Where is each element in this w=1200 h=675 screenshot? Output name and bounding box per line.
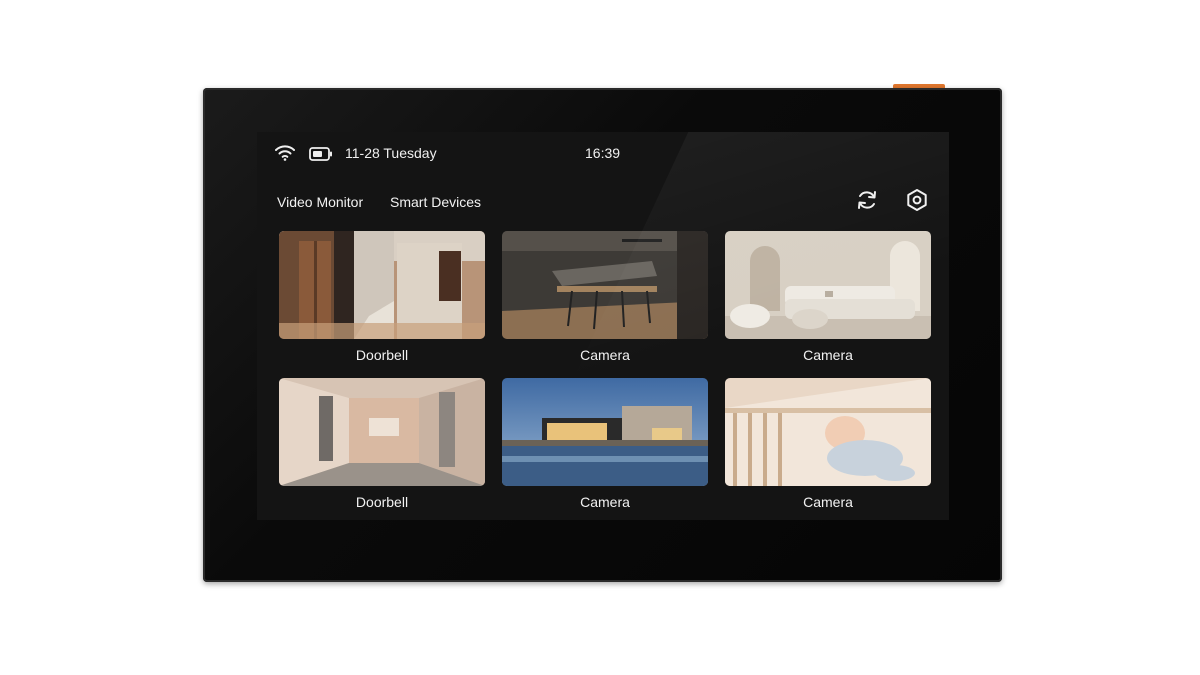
wifi-icon [275, 144, 295, 165]
settings-button[interactable] [905, 188, 929, 212]
device-tile[interactable]: Camera [502, 378, 708, 510]
device-tile[interactable]: Camera [725, 378, 931, 510]
status-time: 16:39 [585, 145, 621, 161]
device-tile[interactable]: Camera [502, 231, 708, 363]
device-label: Camera [580, 347, 630, 363]
device-tile[interactable]: Doorbell [279, 378, 485, 510]
intercom-panel: 11-28 Tuesday 16:39 Video Monitor Smart … [203, 88, 1002, 582]
status-bar: 11-28 Tuesday 16:39 [275, 144, 935, 164]
camera-thumbnail [279, 231, 485, 339]
status-date: 11-28 Tuesday [345, 145, 437, 161]
camera-thumbnail [502, 231, 708, 339]
settings-icon [907, 189, 927, 211]
battery-icon [309, 147, 333, 164]
refresh-icon [858, 191, 876, 209]
tab-video-monitor[interactable]: Video Monitor [277, 194, 363, 210]
camera-thumbnail [279, 378, 485, 486]
device-tile[interactable]: Doorbell [279, 231, 485, 363]
device-label: Doorbell [355, 347, 409, 363]
device-label: Camera [803, 494, 853, 510]
refresh-button[interactable] [855, 188, 879, 212]
device-label: Camera [580, 494, 630, 510]
device-label: Camera [803, 347, 853, 363]
camera-thumbnail [725, 378, 931, 486]
camera-thumbnail [502, 378, 708, 486]
device-label: Doorbell [355, 494, 409, 510]
touch-screen: 11-28 Tuesday 16:39 Video Monitor Smart … [257, 132, 949, 520]
tab-smart-devices[interactable]: Smart Devices [390, 194, 481, 210]
camera-thumbnail [725, 231, 931, 339]
device-tile[interactable]: Camera [725, 231, 931, 363]
